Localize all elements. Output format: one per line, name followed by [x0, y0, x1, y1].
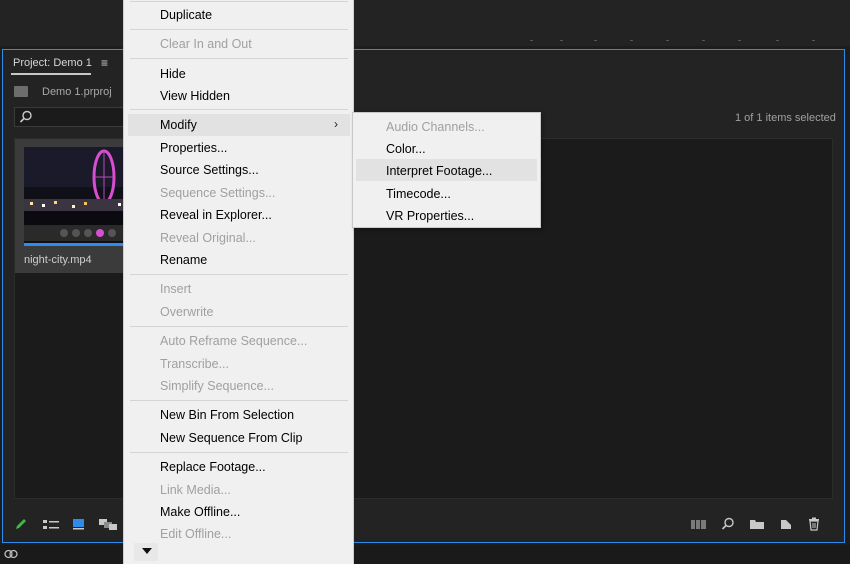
automate-to-sequence-icon[interactable] — [690, 517, 708, 534]
menu-item-replace-footage[interactable]: Replace Footage... — [160, 459, 266, 475]
menu-item-new-bin-from-selection[interactable]: New Bin From Selection — [160, 407, 294, 423]
menu-separator — [130, 452, 348, 453]
menu-item-duplicate[interactable]: Duplicate — [160, 7, 212, 23]
menu-item-properties[interactable]: Properties... — [160, 140, 227, 156]
project-panel-tab[interactable]: Project: Demo 1 — [13, 57, 92, 69]
menu-separator — [130, 400, 348, 401]
menu-separator — [130, 326, 348, 327]
pencil-icon[interactable] — [14, 517, 28, 534]
menu-item-clear-in-out[interactable]: Clear In and Out — [160, 36, 252, 52]
menu-item-transcribe[interactable]: Transcribe... — [160, 356, 229, 372]
menu-item-rename[interactable]: Rename — [160, 252, 207, 268]
menu-item-edit-offline[interactable]: Edit Offline... — [160, 526, 231, 542]
submenu-item-interpret-footage[interactable]: Interpret Footage... — [386, 163, 492, 179]
menu-item-source-settings[interactable]: Source Settings... — [160, 162, 259, 178]
menu-item-modify[interactable]: Modify — [160, 117, 197, 133]
menu-item-reveal-in-explorer[interactable]: Reveal in Explorer... — [160, 207, 272, 223]
menu-item-link-media[interactable]: Link Media... — [160, 482, 231, 498]
icon-view-icon[interactable] — [72, 517, 86, 534]
submenu-item-color[interactable]: Color... — [386, 141, 426, 157]
freeform-view-icon[interactable] — [98, 517, 118, 534]
folder-icon — [14, 86, 28, 97]
submenu-item-vr-properties[interactable]: VR Properties... — [386, 208, 474, 224]
project-file-name: Demo 1.prproj — [42, 86, 112, 98]
new-item-icon[interactable] — [779, 517, 793, 534]
menu-item-hide[interactable]: Hide — [160, 66, 186, 82]
search-icon — [19, 110, 33, 127]
items-selected-count: 1 of 1 items selected — [735, 112, 836, 124]
tab-active-indicator — [11, 73, 91, 75]
submenu-item-timecode[interactable]: Timecode... — [386, 186, 451, 202]
menu-item-auto-reframe[interactable]: Auto Reframe Sequence... — [160, 333, 307, 349]
modify-submenu: Audio Channels... Color... Interpret Foo… — [352, 112, 541, 228]
menu-item-sequence-settings[interactable]: Sequence Settings... — [160, 185, 275, 201]
context-menu: Duplicate Clear In and Out Hide View Hid… — [123, 0, 354, 564]
menu-separator — [130, 109, 348, 110]
menu-item-insert[interactable]: Insert — [160, 281, 191, 297]
submenu-item-audio-channels[interactable]: Audio Channels... — [386, 119, 485, 135]
menu-item-overwrite[interactable]: Overwrite — [160, 304, 213, 320]
clip-name: night-city.mp4 — [24, 254, 92, 266]
menu-separator — [130, 274, 348, 275]
menu-item-new-sequence-from-clip[interactable]: New Sequence From Clip — [160, 430, 302, 446]
creative-cloud-icon[interactable] — [4, 548, 18, 563]
panel-menu-icon[interactable]: ≡ — [101, 56, 108, 70]
trash-icon[interactable] — [807, 517, 821, 534]
find-icon[interactable] — [721, 517, 735, 534]
list-view-icon[interactable] — [42, 517, 60, 534]
menu-item-view-hidden[interactable]: View Hidden — [160, 88, 230, 104]
submenu-arrow-icon: › — [334, 117, 338, 131]
menu-separator — [130, 58, 348, 59]
menu-separator — [130, 1, 348, 2]
clip-thumbnail[interactable] — [24, 147, 128, 246]
menu-item-simplify-sequence[interactable]: Simplify Sequence... — [160, 378, 274, 394]
new-bin-icon[interactable] — [749, 517, 765, 534]
menu-separator — [130, 29, 348, 30]
menu-item-make-offline[interactable]: Make Offline... — [160, 504, 240, 520]
menu-item-reveal-original[interactable]: Reveal Original... — [160, 230, 256, 246]
scroll-down-arrow-icon — [142, 548, 152, 554]
